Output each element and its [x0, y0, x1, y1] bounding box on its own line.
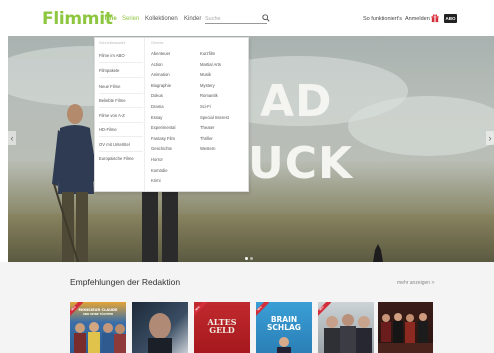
movie-thumb-2[interactable]: [132, 302, 188, 353]
menu-item-filmpakete[interactable]: Filmpakete: [99, 68, 119, 73]
genre-item[interactable]: Thriller: [200, 136, 213, 141]
section-title: Empfehlungen der Redaktion: [70, 277, 181, 287]
menu-divider: [99, 93, 143, 94]
genre-item[interactable]: Western: [200, 146, 216, 151]
hero-title-line1: AD: [260, 76, 333, 127]
quick-select-column: Schnellauswahl Filme im ABO Filmpakete N…: [95, 38, 145, 191]
hero-title-line2: UCK: [248, 138, 354, 189]
genre-item[interactable]: Fantasy Film: [151, 136, 175, 141]
genre-item[interactable]: Musik: [200, 72, 211, 77]
thumb-art: [74, 322, 126, 353]
login-link[interactable]: Anmelden: [405, 16, 430, 22]
genre-item[interactable]: Romantik: [200, 93, 218, 98]
menu-item-beliebte-filme[interactable]: Beliebte Filme: [99, 98, 126, 103]
hero-prev-arrow[interactable]: ‹: [8, 131, 16, 145]
genre-item[interactable]: Animation: [151, 72, 170, 77]
more-link[interactable]: mehr anzeigen >: [397, 280, 434, 286]
menu-divider: [99, 136, 143, 137]
menu-item-hd-filme[interactable]: HD-Filme: [99, 127, 117, 132]
menu-item-ov-untertitel[interactable]: OV mit Untertitel: [99, 142, 130, 147]
genre-item[interactable]: Krimi: [151, 178, 161, 183]
top-header: Flimmit Filme Serien Kollektionen Kinder…: [0, 0, 494, 36]
thumb-art: [378, 313, 433, 353]
search-input[interactable]: Suche: [205, 14, 267, 24]
new-badge: NEU: [194, 302, 208, 319]
menu-item-neue-filme[interactable]: Neue Filme: [99, 84, 120, 89]
thumb-title: ALTES GELD: [207, 317, 237, 335]
thumb-art: [324, 314, 372, 353]
hero-slider[interactable]: AD UCK ‹ ›: [8, 36, 494, 262]
genres-heading: Genres: [151, 41, 164, 45]
genre-item[interactable]: Mystery: [200, 83, 215, 88]
menu-divider: [99, 77, 143, 78]
hero-dark-figure: [373, 244, 383, 262]
quick-select-heading: Schnellauswahl: [99, 41, 126, 45]
genre-item[interactable]: Horror: [151, 157, 163, 162]
genre-item[interactable]: Drama: [151, 104, 164, 109]
abo-button[interactable]: ABO: [444, 14, 457, 23]
genre-item[interactable]: Komödie: [151, 168, 168, 173]
slider-dot[interactable]: [250, 257, 253, 260]
menu-divider: [99, 151, 143, 152]
movie-thumb-monsieur-claude[interactable]: NEU MONSIEUR CLAUDE UND SEINE TÖCHTER: [70, 302, 126, 353]
movie-thumb-brain-schlag[interactable]: NEU BRAIN SCHLAG: [256, 302, 312, 353]
genre-item[interactable]: Action: [151, 62, 163, 67]
genre-item[interactable]: Experimental: [151, 125, 175, 130]
menu-item-filme-a-z[interactable]: Filme von A-Z: [99, 113, 125, 118]
thumb-art: [148, 313, 172, 353]
genre-item[interactable]: Biographie: [151, 83, 171, 88]
movie-thumb-altes-geld[interactable]: NEU ALTES GELD: [194, 302, 250, 353]
thumb-art: [277, 337, 291, 353]
movie-thumb-6[interactable]: [378, 302, 433, 353]
genre-item[interactable]: Essay: [151, 115, 162, 120]
movie-thumb-5[interactable]: NEU: [318, 302, 374, 353]
menu-item-filme-im-abo[interactable]: Filme im ABO: [99, 53, 125, 58]
slider-dot[interactable]: [245, 257, 248, 260]
menu-divider: [99, 122, 143, 123]
thumb-title: BRAIN SCHLAG: [267, 315, 301, 332]
hero-next-arrow[interactable]: ›: [486, 131, 494, 145]
menu-item-europaeische-filme[interactable]: Europäische Filme: [99, 156, 134, 161]
thumb-subtitle: UND SEINE TÖCHTER: [82, 313, 114, 316]
thumb-title: MONSIEUR CLAUDE: [78, 308, 118, 312]
how-it-works-link[interactable]: So funktioniert's: [363, 16, 402, 22]
genre-item[interactable]: Sci-Fi: [200, 104, 211, 109]
nav-serien[interactable]: Serien: [122, 16, 139, 22]
menu-divider: [99, 107, 143, 108]
gift-icon[interactable]: [431, 14, 439, 23]
genre-item[interactable]: Martial Arts: [200, 62, 221, 67]
menu-divider: [99, 62, 143, 63]
nav-filme[interactable]: Filme: [101, 16, 117, 22]
search-icon[interactable]: [262, 14, 270, 22]
nav-kinder[interactable]: Kinder: [184, 16, 201, 22]
genre-item[interactable]: Abenteuer: [151, 51, 170, 56]
page: Flimmit Filme Serien Kollektionen Kinder…: [0, 0, 494, 353]
genre-item[interactable]: Special Interest: [200, 115, 229, 120]
genre-item[interactable]: Dokus: [151, 93, 163, 98]
filme-dropdown-menu: Schnellauswahl Filme im ABO Filmpakete N…: [94, 37, 249, 192]
nav-kollektionen[interactable]: Kollektionen: [145, 16, 178, 22]
genre-item[interactable]: Theater: [200, 125, 214, 130]
genre-item[interactable]: Geschichte: [151, 146, 172, 151]
genre-item[interactable]: Kurzfilm: [200, 51, 215, 56]
cloud-shape: [348, 96, 494, 156]
